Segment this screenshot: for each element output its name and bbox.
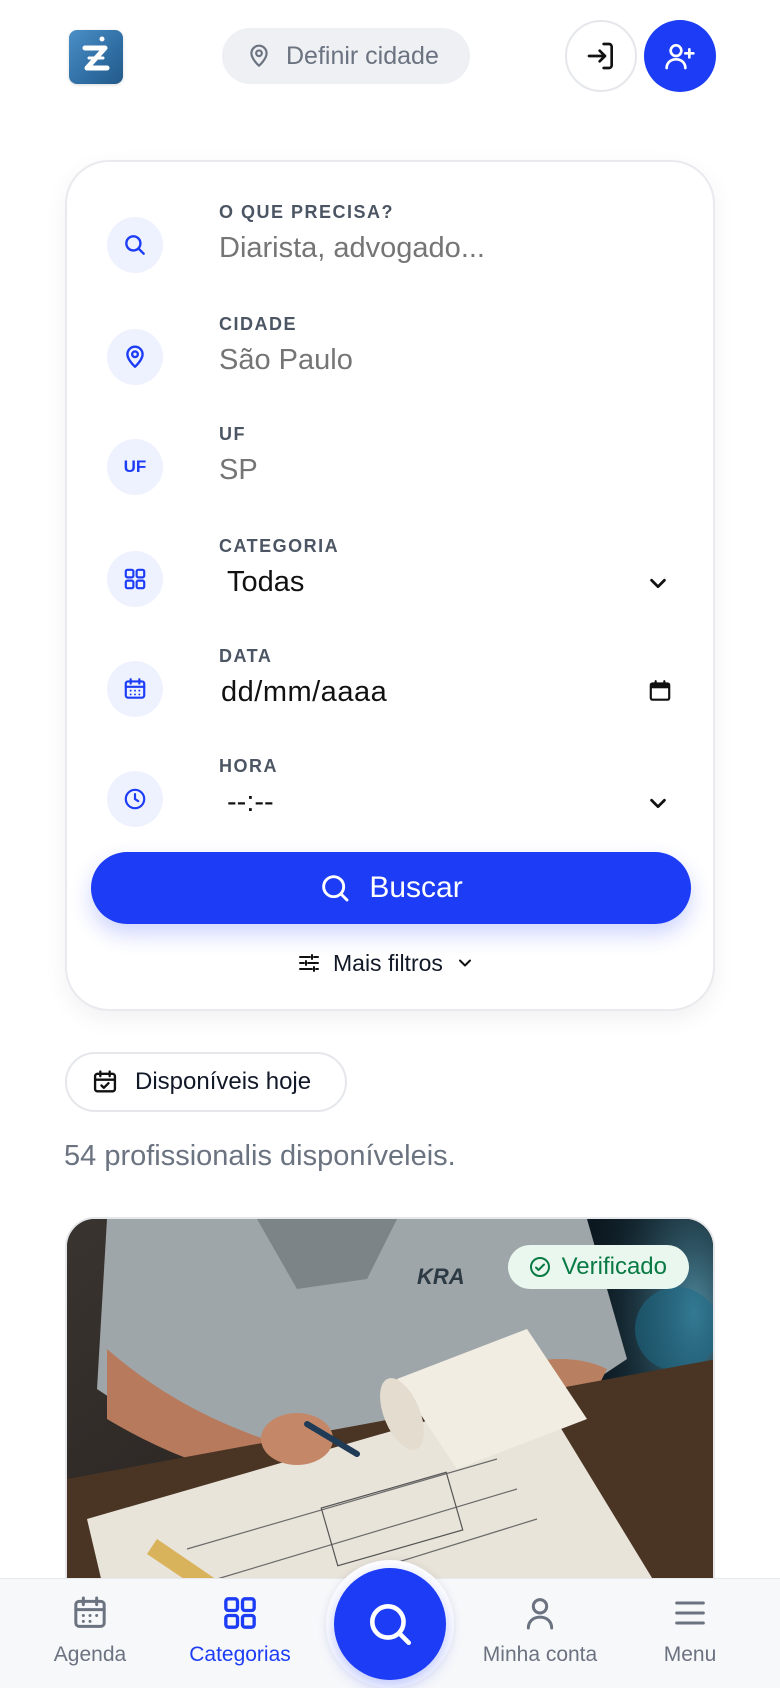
nav-minha-conta-label: Minha conta <box>482 1643 598 1666</box>
nav-agenda[interactable]: Agenda <box>15 1589 165 1679</box>
define-city-label: Definir cidade <box>286 41 439 70</box>
uf-badge-icon: UF <box>107 439 163 495</box>
more-filters-toggle[interactable]: Mais filtros <box>297 946 475 980</box>
available-today-filter[interactable]: Disponíveis hoje <box>65 1052 347 1112</box>
signup-button[interactable] <box>644 20 716 92</box>
results-count: 54 profissionalis disponíveleis. <box>64 1140 456 1172</box>
user-icon <box>520 1589 560 1637</box>
time-field[interactable]: HORA --:-- <box>107 756 687 846</box>
date-picker-icon[interactable] <box>647 678 673 704</box>
more-filters-label: Mais filtros <box>333 949 443 976</box>
category-select-value[interactable]: Todas <box>227 566 677 599</box>
chevron-down-icon <box>458 959 471 967</box>
app-logo[interactable] <box>69 30 123 84</box>
svg-text:KRA: KRA <box>417 1264 465 1289</box>
nav-categorias[interactable]: Categorias <box>165 1589 315 1679</box>
user-plus-icon <box>665 44 695 70</box>
top-header: Definir cidade <box>0 0 780 112</box>
need-input[interactable] <box>219 232 669 265</box>
city-field[interactable]: CIDADE <box>107 314 687 404</box>
nav-agenda-label: Agenda <box>53 1643 127 1666</box>
time-label: HORA <box>219 756 278 776</box>
nav-minha-conta[interactable]: Minha conta <box>465 1589 615 1679</box>
calendar-icon <box>107 661 163 717</box>
grid-icon <box>220 1589 260 1637</box>
category-field[interactable]: CATEGORIA Todas <box>107 536 687 626</box>
nav-menu-label: Menu <box>663 1643 717 1666</box>
clock-icon <box>107 771 163 827</box>
date-field[interactable]: DATA dd/mm/aaaa <box>107 646 687 736</box>
search-button[interactable]: Buscar <box>91 852 691 924</box>
chevron-down-icon[interactable] <box>647 572 669 594</box>
chevron-down-icon[interactable] <box>647 792 669 814</box>
uf-label: UF <box>219 424 246 444</box>
check-circle-icon <box>529 1257 550 1277</box>
date-label: DATA <box>219 646 273 666</box>
sliders-icon <box>299 954 319 972</box>
need-label: O QUE PRECISA? <box>219 202 395 222</box>
date-input[interactable]: dd/mm/aaaa <box>221 676 671 709</box>
verified-badge: Verificado <box>507 1245 689 1289</box>
available-today-label: Disponíveis hoje <box>135 1068 312 1095</box>
city-input[interactable] <box>219 344 669 377</box>
map-pin-icon <box>107 329 163 385</box>
time-select-value[interactable]: --:-- <box>227 786 677 819</box>
verified-label: Verificado <box>561 1253 667 1280</box>
search-fab-button[interactable] <box>334 1568 446 1680</box>
search-icon <box>107 217 163 273</box>
uf-input[interactable] <box>219 454 669 487</box>
uf-badge-text: UF <box>123 457 147 476</box>
define-city-button[interactable]: Definir cidade <box>222 28 470 84</box>
search-button-label: Buscar <box>369 871 463 904</box>
search-icon <box>370 1604 412 1646</box>
log-in-icon <box>587 42 613 70</box>
need-field[interactable]: O QUE PRECISA? <box>107 202 687 292</box>
uf-field[interactable]: UF UF <box>107 424 687 514</box>
search-form-card: O QUE PRECISA? CIDADE UF UF CATEGORIA To… <box>65 160 715 1011</box>
nav-menu[interactable]: Menu <box>615 1589 765 1679</box>
calendar-icon <box>70 1589 110 1637</box>
nav-categorias-label: Categorias <box>189 1643 291 1666</box>
search-icon <box>322 875 349 902</box>
z-logo-icon <box>82 36 110 71</box>
category-label: CATEGORIA <box>219 536 340 556</box>
city-label: CIDADE <box>219 314 298 334</box>
login-button[interactable] <box>565 20 637 92</box>
menu-icon <box>670 1589 710 1637</box>
map-pin-icon <box>250 44 268 67</box>
grid-icon <box>107 551 163 607</box>
calendar-check-icon <box>93 1070 117 1093</box>
